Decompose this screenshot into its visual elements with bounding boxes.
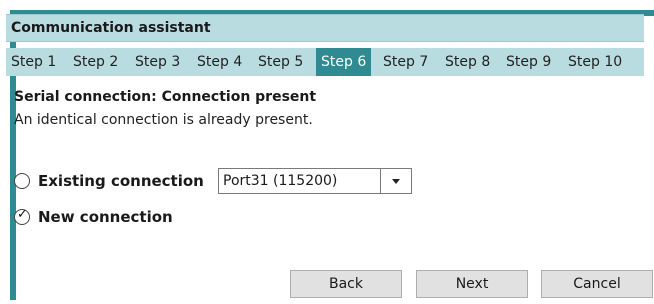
tab-step-8[interactable]: Step 8 bbox=[445, 48, 490, 76]
port-select[interactable]: Port31 (115200) bbox=[218, 168, 412, 194]
tab-step-3[interactable]: Step 3 bbox=[135, 48, 180, 76]
step-navigation: Step 1 Step 2 Step 3 Step 4 Step 5 Step … bbox=[6, 48, 644, 76]
tab-step-1[interactable]: Step 1 bbox=[11, 48, 56, 76]
section-heading: Serial connection: Connection present bbox=[14, 89, 317, 105]
tab-step-7[interactable]: Step 7 bbox=[383, 48, 428, 76]
tab-step-6[interactable]: Step 6 bbox=[316, 48, 372, 76]
new-connection-option[interactable]: New connection bbox=[14, 205, 173, 229]
new-connection-radio[interactable] bbox=[14, 207, 30, 225]
dialog-titlebar: Communication assistant bbox=[6, 14, 644, 42]
section-description: An identical connection is already prese… bbox=[14, 112, 313, 128]
new-connection-label: New connection bbox=[38, 208, 173, 226]
tab-step-2[interactable]: Step 2 bbox=[73, 48, 118, 76]
existing-connection-option[interactable]: Existing connection bbox=[14, 169, 204, 193]
cancel-button[interactable]: Cancel bbox=[541, 270, 653, 298]
port-select-value: Port31 (115200) bbox=[223, 173, 338, 189]
dialog-title: Communication assistant bbox=[11, 20, 211, 36]
tab-step-5[interactable]: Step 5 bbox=[258, 48, 303, 76]
tab-step-10[interactable]: Step 10 bbox=[568, 48, 622, 76]
existing-connection-radio[interactable] bbox=[14, 173, 30, 189]
tab-step-4[interactable]: Step 4 bbox=[197, 48, 242, 76]
existing-connection-label: Existing connection bbox=[38, 172, 204, 190]
back-button[interactable]: Back bbox=[290, 270, 402, 298]
tab-step-9[interactable]: Step 9 bbox=[506, 48, 551, 76]
next-button[interactable]: Next bbox=[416, 270, 528, 298]
chevron-down-icon[interactable] bbox=[380, 169, 411, 193]
